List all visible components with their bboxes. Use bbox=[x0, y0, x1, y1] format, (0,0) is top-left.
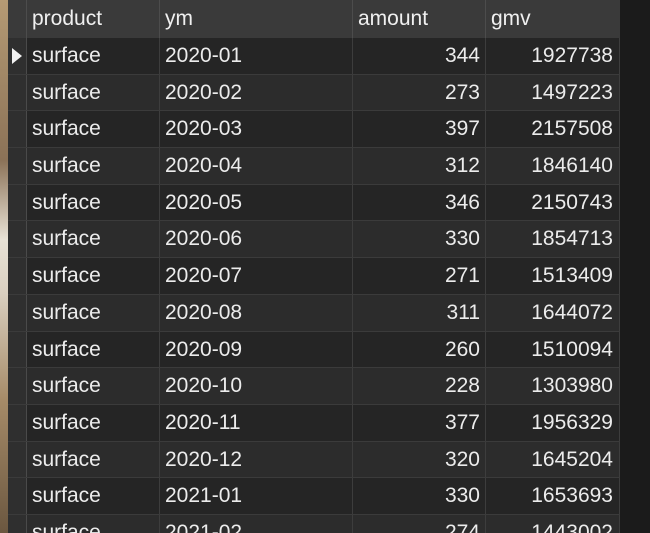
cell-product[interactable]: surface bbox=[27, 331, 160, 368]
cell-gmv[interactable]: 1854713 bbox=[486, 221, 620, 258]
column-header-amount[interactable]: amount bbox=[353, 0, 486, 38]
cell-gmv[interactable]: 1645204 bbox=[486, 441, 620, 478]
cell-amount[interactable]: 273 bbox=[353, 74, 486, 111]
cell-product[interactable]: surface bbox=[27, 478, 160, 514]
cell-amount[interactable]: 228 bbox=[353, 368, 486, 404]
row-selector[interactable] bbox=[8, 331, 27, 368]
cell-ym[interactable]: 2020-02 bbox=[160, 74, 353, 111]
row-selector[interactable] bbox=[8, 221, 27, 258]
cell-gmv[interactable]: 1927738 bbox=[486, 38, 620, 74]
row-selector[interactable] bbox=[8, 404, 27, 441]
cell-gmv[interactable]: 1497223 bbox=[486, 74, 620, 111]
cell-ym[interactable]: 2020-07 bbox=[160, 258, 353, 294]
cell-product[interactable]: surface bbox=[27, 148, 160, 184]
cell-ym[interactable]: 2020-10 bbox=[160, 368, 353, 404]
cell-ym[interactable]: 2020-05 bbox=[160, 184, 353, 221]
cell-amount[interactable]: 260 bbox=[353, 331, 486, 368]
column-header-ym[interactable]: ym bbox=[160, 0, 353, 38]
table-row[interactable]: surface 2020-07 271 1513409 bbox=[8, 258, 620, 295]
cell-gmv[interactable]: 1653693 bbox=[486, 478, 620, 514]
cell-ym[interactable]: 2020-08 bbox=[160, 294, 353, 331]
cell-gmv[interactable]: 2150743 bbox=[486, 184, 620, 221]
cell-ym[interactable]: 2020-11 bbox=[160, 404, 353, 441]
table-row[interactable]: surface 2020-10 228 1303980 bbox=[8, 368, 620, 405]
cell-amount[interactable]: 377 bbox=[353, 404, 486, 441]
cell-product[interactable]: surface bbox=[27, 221, 160, 258]
cell-amount[interactable]: 330 bbox=[353, 221, 486, 258]
cell-ym[interactable]: 2020-09 bbox=[160, 331, 353, 368]
cell-amount[interactable]: 330 bbox=[353, 478, 486, 514]
desktop-background-strip bbox=[0, 0, 8, 533]
row-selector[interactable] bbox=[8, 294, 27, 331]
cell-product[interactable]: surface bbox=[27, 111, 160, 148]
cell-ym[interactable]: 2020-04 bbox=[160, 148, 353, 184]
cell-amount[interactable]: 346 bbox=[353, 184, 486, 221]
row-selector[interactable] bbox=[8, 184, 27, 221]
cell-ym[interactable]: 2020-12 bbox=[160, 441, 353, 478]
cell-ym[interactable]: 2021-01 bbox=[160, 478, 353, 514]
table-row[interactable]: surface 2021-01 330 1653693 bbox=[8, 478, 620, 515]
cell-gmv[interactable]: 1513409 bbox=[486, 258, 620, 294]
cell-product[interactable]: surface bbox=[27, 404, 160, 441]
row-selector[interactable] bbox=[8, 258, 27, 294]
cell-product[interactable]: surface bbox=[27, 74, 160, 111]
cell-ym[interactable]: 2020-03 bbox=[160, 111, 353, 148]
cell-amount[interactable]: 311 bbox=[353, 294, 486, 331]
table-row[interactable]: surface 2020-11 377 1956329 bbox=[8, 404, 620, 442]
row-selector[interactable] bbox=[8, 38, 27, 74]
table-row[interactable]: surface 2020-08 311 1644072 bbox=[8, 294, 620, 332]
cell-amount[interactable]: 344 bbox=[353, 38, 486, 74]
row-selector[interactable] bbox=[8, 111, 27, 148]
cell-ym[interactable]: 2021-02 bbox=[160, 514, 353, 533]
cell-product[interactable]: surface bbox=[27, 441, 160, 478]
cell-gmv[interactable]: 1956329 bbox=[486, 404, 620, 441]
row-indicator-header[interactable] bbox=[8, 0, 27, 38]
row-selector[interactable] bbox=[8, 368, 27, 404]
row-selector[interactable] bbox=[8, 514, 27, 533]
row-selector[interactable] bbox=[8, 74, 27, 111]
row-selector[interactable] bbox=[8, 148, 27, 184]
cell-product[interactable]: surface bbox=[27, 184, 160, 221]
cell-ym[interactable]: 2020-06 bbox=[160, 221, 353, 258]
cell-product[interactable]: surface bbox=[27, 368, 160, 404]
table-row[interactable]: surface 2020-01 344 1927738 bbox=[8, 38, 620, 75]
table-row[interactable]: surface 2021-02 274 1443002 bbox=[8, 514, 620, 533]
window: product ym amount gmv surface 2020-01 344 1… bbox=[0, 0, 650, 533]
column-header-gmv[interactable]: gmv bbox=[486, 0, 620, 38]
table-row[interactable]: surface 2020-12 320 1645204 bbox=[8, 441, 620, 479]
row-selector[interactable] bbox=[8, 441, 27, 478]
cell-amount[interactable]: 312 bbox=[353, 148, 486, 184]
grid-rows: surface 2020-01 344 1927738 surface 2020-02 27… bbox=[8, 38, 620, 533]
cell-product[interactable]: surface bbox=[27, 38, 160, 74]
cell-amount[interactable]: 320 bbox=[353, 441, 486, 478]
table-row[interactable]: surface 2020-02 273 1497223 bbox=[8, 74, 620, 112]
grid-empty-area bbox=[620, 0, 650, 533]
cell-product[interactable]: surface bbox=[27, 514, 160, 533]
cell-product[interactable]: surface bbox=[27, 258, 160, 294]
column-header-product[interactable]: product bbox=[27, 0, 160, 38]
cell-amount[interactable]: 271 bbox=[353, 258, 486, 294]
cell-product[interactable]: surface bbox=[27, 294, 160, 331]
cell-ym[interactable]: 2020-01 bbox=[160, 38, 353, 74]
table-row[interactable]: surface 2020-06 330 1854713 bbox=[8, 221, 620, 259]
result-grid[interactable]: product ym amount gmv surface 2020-01 344 1… bbox=[8, 0, 620, 533]
cell-gmv[interactable]: 2157508 bbox=[486, 111, 620, 148]
cell-amount[interactable]: 274 bbox=[353, 514, 486, 533]
cell-amount[interactable]: 397 bbox=[353, 111, 486, 148]
table-row[interactable]: surface 2020-03 397 2157508 bbox=[8, 111, 620, 149]
current-row-triangle-icon bbox=[12, 48, 22, 64]
table-row[interactable]: surface 2020-04 312 1846140 bbox=[8, 148, 620, 185]
table-row[interactable]: surface 2020-05 346 2150743 bbox=[8, 184, 620, 222]
row-selector[interactable] bbox=[8, 478, 27, 514]
table-row[interactable]: surface 2020-09 260 1510094 bbox=[8, 331, 620, 369]
cell-gmv[interactable]: 1846140 bbox=[486, 148, 620, 184]
cell-gmv[interactable]: 1443002 bbox=[486, 514, 620, 533]
cell-gmv[interactable]: 1644072 bbox=[486, 294, 620, 331]
cell-gmv[interactable]: 1303980 bbox=[486, 368, 620, 404]
grid-header: product ym amount gmv bbox=[8, 0, 620, 39]
cell-gmv[interactable]: 1510094 bbox=[486, 331, 620, 368]
